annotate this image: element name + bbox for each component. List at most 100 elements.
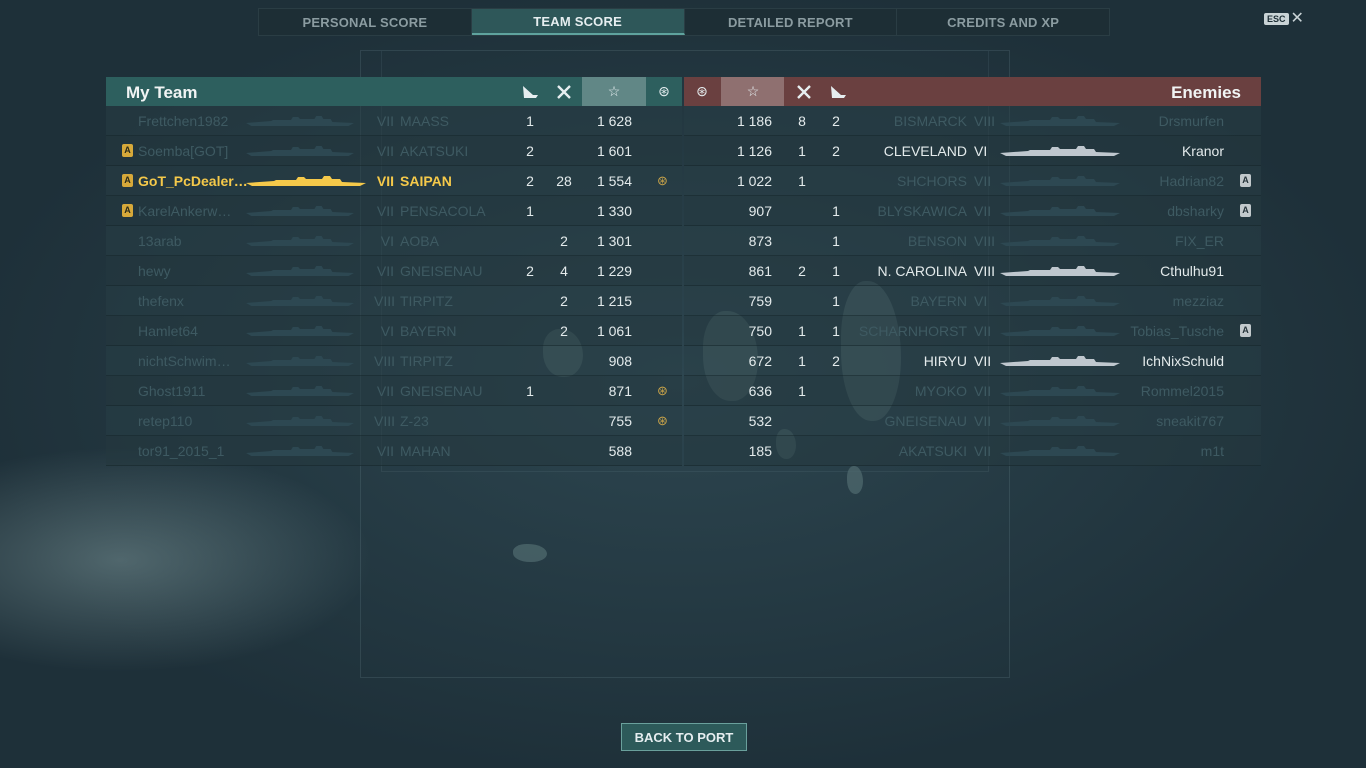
enemy-team-row[interactable]: 1 022 1 SHCHORS VII Hadrian82 A: [684, 166, 1261, 196]
my-team-row[interactable]: Ghost1911 VII GNEISENAU 1 871 ⊛: [106, 376, 682, 406]
player-name: hewy: [138, 263, 171, 279]
ship-tier: VII: [376, 383, 394, 399]
tab-personal-score[interactable]: PERSONAL SCORE: [259, 9, 472, 35]
medal-icon[interactable]: ⊛: [686, 77, 718, 106]
tab-team-score[interactable]: TEAM SCORE: [471, 9, 685, 35]
ship-tier: VI: [974, 293, 988, 309]
player-name: IchNixSchuld: [1142, 353, 1224, 369]
plane-kill-icon[interactable]: [788, 77, 820, 106]
enemy-team-row[interactable]: 636 1 MYOKO VII Rommel2015: [684, 376, 1261, 406]
player-name: retep110: [138, 413, 193, 429]
my-team-row[interactable]: 13arab VI AOBA 2 1 301: [106, 226, 682, 256]
ship-tier: VIII: [974, 113, 996, 129]
ship-name: N. CAROLINA: [877, 263, 967, 279]
my-team-row[interactable]: A GoT_PcDealer… VII SAIPAN 2 28 1 554 ⊛: [106, 166, 682, 196]
division-badge: A: [122, 174, 133, 187]
enemy-team-row[interactable]: 1 186 8 2 BISMARCK VIII Drsmurfen: [684, 106, 1261, 136]
ship-name: TIRPITZ: [400, 353, 453, 369]
enemy-team-row[interactable]: 185 AKATSUKI VII m1t: [684, 436, 1261, 466]
medal-icon[interactable]: ⊛: [648, 77, 680, 106]
ship-tier: VII: [974, 413, 992, 429]
my-team-row[interactable]: hewy VII GNEISENAU 2 4 1 229: [106, 256, 682, 286]
tab-detailed-report[interactable]: DETAILED REPORT: [685, 9, 898, 35]
tab-credits-and-xp[interactable]: CREDITS AND XP: [897, 9, 1109, 35]
ship-kill-icon[interactable]: [822, 77, 854, 106]
planes-destroyed: 1: [798, 383, 806, 399]
ship-name: CLEVELAND: [883, 143, 967, 159]
my-team-row[interactable]: retep110 VIII Z-23 755 ⊛: [106, 406, 682, 436]
ship-name: AKATSUKI: [400, 143, 469, 159]
ship-name: MAASS: [400, 113, 450, 129]
enemy-team-row[interactable]: 759 1 BAYERN VI mezziaz: [684, 286, 1261, 316]
my-team-row[interactable]: nichtSchwim… VIII TIRPITZ 908: [106, 346, 682, 376]
player-name: KarelAnkerw…: [138, 203, 232, 219]
score-value: 1 229: [596, 263, 632, 279]
enemy-team-row[interactable]: 672 1 2 HIRYU VII IchNixSchuld: [684, 346, 1261, 376]
ship-tier: VI: [974, 143, 988, 159]
player-name: Frettchen1982: [138, 113, 229, 129]
back-to-port-button[interactable]: BACK TO PORT: [621, 723, 747, 751]
planes-destroyed: 1: [798, 353, 806, 369]
enemy-team-row[interactable]: 873 1 BENSON VIII FIX_ER: [684, 226, 1261, 256]
player-name: thefenx: [138, 293, 184, 309]
tab-label: DETAILED REPORT: [727, 14, 853, 30]
ships-destroyed: 2: [526, 173, 534, 189]
planes-destroyed: 2: [560, 293, 568, 309]
result-tabs: PERSONAL SCORE TEAM SCORE DETAILED REPOR…: [258, 8, 1110, 36]
score-value: 861: [748, 263, 772, 279]
player-name: Drsmurfen: [1158, 113, 1224, 129]
plane-kill-icon[interactable]: [548, 77, 580, 106]
score-value: 1 186: [736, 113, 772, 129]
enemy-team-row[interactable]: 750 1 1 SCHARNHORST VII Tobias_Tusche A: [684, 316, 1261, 346]
island: [847, 466, 863, 494]
my-team-row[interactable]: thefenx VIII TIRPITZ 2 1 215: [106, 286, 682, 316]
enemy-team-row[interactable]: 532 GNEISENAU VII sneakit767: [684, 406, 1261, 436]
planes-destroyed: 2: [560, 323, 568, 339]
close-button[interactable]: ESC ✕: [1264, 11, 1304, 27]
player-name: Hadrian82: [1159, 173, 1224, 189]
ships-destroyed: 1: [832, 293, 840, 309]
enemy-team-title: Enemies: [1171, 83, 1241, 102]
ships-destroyed: 1: [526, 113, 534, 129]
ships-destroyed: 1: [526, 203, 534, 219]
my-team-row[interactable]: tor91_2015_1 VII MAHAN 588: [106, 436, 682, 466]
ship-tier: VI: [380, 233, 394, 249]
ship-name: BAYERN: [910, 293, 967, 309]
my-team-row[interactable]: Frettchen1982 VII MAASS 1 1 628: [106, 106, 682, 136]
star-icon[interactable]: ☆: [737, 77, 769, 106]
player-name: Rommel2015: [1140, 383, 1224, 399]
enemy-team-row[interactable]: 861 2 1 N. CAROLINA VIII Cthulhu91: [684, 256, 1261, 286]
enemy-team-panel: ⊛ ☆ Enemies 1 186 8 2 BISMARCK VIII Drsmurfen…: [684, 77, 1261, 466]
tab-label: PERSONAL SCORE: [302, 14, 428, 30]
star-icon[interactable]: ☆: [598, 77, 630, 106]
my-team-row[interactable]: Hamlet64 VI BAYERN 2 1 061: [106, 316, 682, 346]
tab-label: TEAM SCORE: [533, 13, 622, 29]
ship-tier: VII: [376, 113, 394, 129]
ship-tier: VII: [376, 173, 394, 189]
ship-tier: VII: [376, 203, 394, 219]
my-team-row[interactable]: A KarelAnkerw… VII PENSACOLA 1 1 330: [106, 196, 682, 226]
planes-destroyed: 2: [798, 263, 806, 279]
ship-name: Z-23: [400, 413, 429, 429]
ships-destroyed: 1: [832, 203, 840, 219]
medal-icon: ⊛: [657, 173, 668, 188]
ship-name: GNEISENAU: [884, 413, 967, 429]
score-value: 1 628: [596, 113, 632, 129]
score-value: 532: [748, 413, 772, 429]
medal-icon: ⊛: [657, 413, 668, 428]
my-team-header: My Team ☆ ⊛: [106, 77, 682, 106]
enemy-team-row[interactable]: 907 1 BLYSKAWICA VII dbsharky A: [684, 196, 1261, 226]
my-team-row[interactable]: A Soemba[GOT] VII AKATSUKI 2 1 601: [106, 136, 682, 166]
enemy-team-row[interactable]: 1 126 1 2 CLEVELAND VI Kranor: [684, 136, 1261, 166]
ship-name: SHCHORS: [896, 173, 967, 189]
ship-name: BISMARCK: [893, 113, 967, 129]
score-value: 1 601: [596, 143, 632, 159]
my-team-title: My Team: [126, 83, 198, 102]
score-value: 907: [748, 203, 772, 219]
ship-kill-icon[interactable]: [514, 77, 546, 106]
player-name: FIX_ER: [1174, 233, 1224, 249]
division-badge: A: [122, 204, 133, 217]
ship-tier: VIII: [374, 353, 396, 369]
ship-name: BENSON: [907, 233, 967, 249]
ship-tier: VIII: [374, 413, 396, 429]
